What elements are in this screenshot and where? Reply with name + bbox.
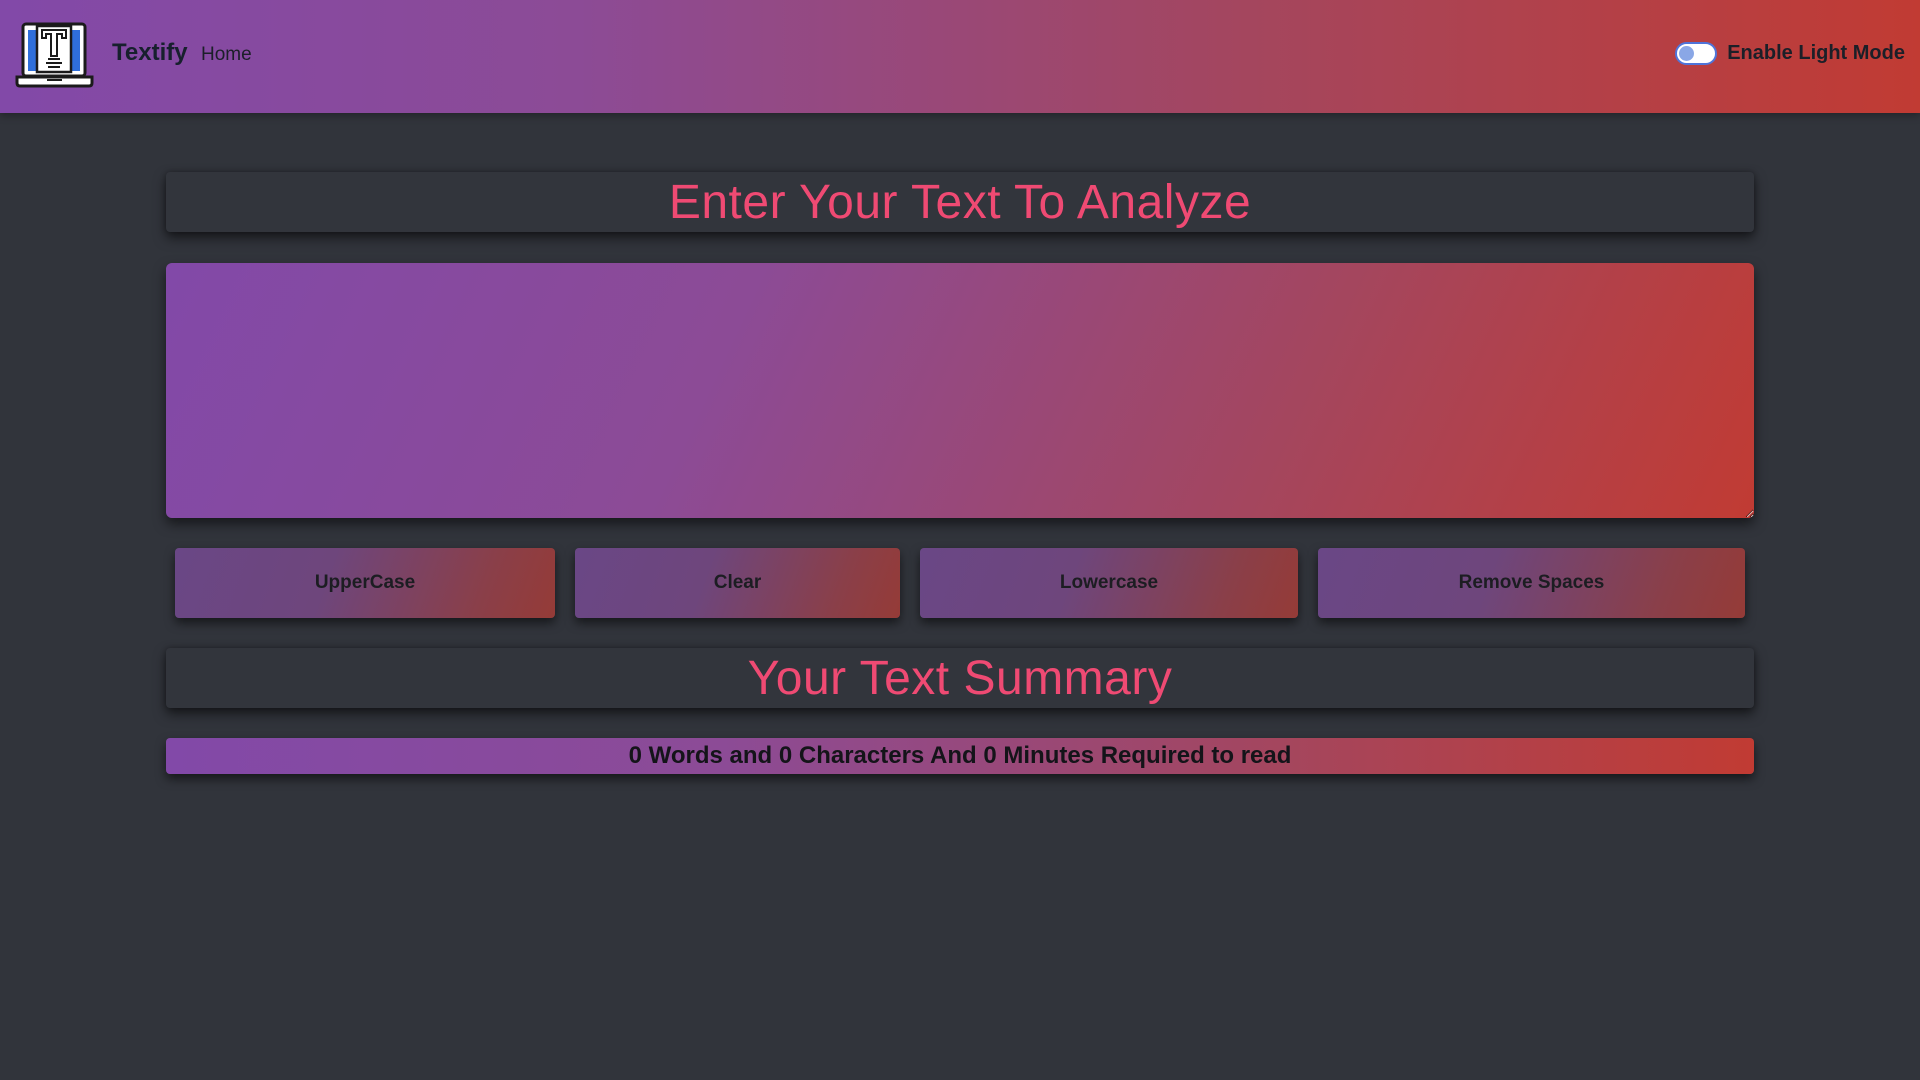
light-mode-toggle[interactable]: Enable Light Mode xyxy=(1675,42,1905,65)
summary-heading-bar: Your Text Summary xyxy=(166,648,1754,708)
summary-heading: Your Text Summary xyxy=(747,651,1173,705)
toggle-knob xyxy=(1679,46,1695,61)
light-mode-label: Enable Light Mode xyxy=(1727,42,1905,64)
nav-link-home[interactable]: Home xyxy=(201,44,252,66)
toggle-switch[interactable] xyxy=(1675,42,1718,65)
analyze-heading-bar: Enter Your Text To Analyze xyxy=(166,172,1754,232)
analyze-heading: Enter Your Text To Analyze xyxy=(668,175,1252,229)
brand-name: Textify xyxy=(112,39,188,66)
remove-spaces-button[interactable]: Remove Spaces xyxy=(1318,548,1745,618)
text-summary-stats: 0 Words and 0 Characters And 0 Minutes R… xyxy=(166,738,1754,774)
text-input[interactable] xyxy=(166,263,1754,518)
clear-button[interactable]: Clear xyxy=(575,548,900,618)
brand-link[interactable]: Textify xyxy=(15,20,188,90)
lowercase-button[interactable]: Lowercase xyxy=(920,548,1298,618)
laptop-text-logo-icon xyxy=(15,22,94,88)
uppercase-button[interactable]: UpperCase xyxy=(175,548,555,618)
navbar: Textify Home Enable Light Mode xyxy=(0,0,1920,113)
